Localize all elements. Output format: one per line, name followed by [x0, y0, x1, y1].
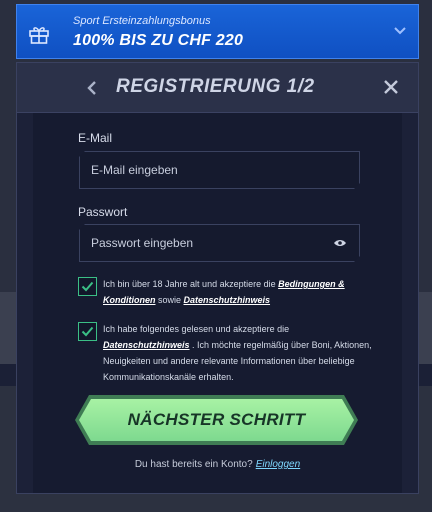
consent1-text-a: Ich bin über 18 Jahre alt und akzeptiere… — [103, 279, 279, 289]
next-step-label: NÄCHSTER SCHRITT — [127, 410, 306, 429]
close-icon[interactable] — [382, 78, 400, 96]
registration-modal: REGISTRIERUNG 1/2 E-Mail Passwort Ich bi — [16, 62, 419, 494]
modal-header: REGISTRIERUNG 1/2 — [17, 63, 418, 113]
eye-icon[interactable] — [333, 238, 347, 248]
bonus-banner[interactable]: Sport Ersteinzahlungsbonus 100% BIS ZU C… — [16, 4, 419, 59]
age-terms-checkbox[interactable] — [78, 277, 97, 296]
consent2-text-a: Ich habe folgendes gelesen und akzeptier… — [103, 324, 290, 334]
bonus-headline: 100% BIS ZU CHF 220 — [73, 32, 244, 49]
email-field[interactable] — [80, 152, 359, 188]
checkmark-icon — [81, 281, 94, 292]
consent1-text-b: sowie — [155, 295, 184, 305]
checkmark-icon — [81, 326, 94, 337]
form-edge-right — [402, 113, 418, 493]
next-step-button[interactable]: NÄCHSTER SCHRITT — [79, 399, 354, 441]
password-field-wrapper — [79, 224, 360, 262]
chevron-left-icon[interactable] — [85, 79, 99, 97]
marketing-consent-checkbox[interactable] — [78, 322, 97, 341]
bonus-subtitle: Sport Ersteinzahlungsbonus — [73, 15, 211, 27]
modal-title: REGISTRIERUNG 1/2 — [116, 76, 315, 97]
login-link[interactable]: Einloggen — [256, 459, 300, 470]
registration-form: E-Mail Passwort Ich bin über 18 Jahre al… — [17, 113, 418, 493]
marketing-consent: Ich habe folgendes gelesen und akzeptier… — [103, 321, 373, 385]
login-prompt: Du hast bereits ein Konto? Einloggen — [17, 459, 418, 470]
gift-icon — [29, 27, 49, 44]
privacy-link-2[interactable]: Datenschutzhinweis — [103, 340, 190, 350]
chevron-down-icon[interactable] — [392, 23, 408, 39]
password-field[interactable] — [80, 225, 359, 261]
form-edge-left — [17, 113, 33, 493]
age-terms-consent: Ich bin über 18 Jahre alt und akzeptiere… — [103, 276, 373, 308]
email-field-wrapper — [79, 151, 360, 189]
privacy-link[interactable]: Datenschutzhinweis — [184, 295, 271, 305]
login-prompt-text: Du hast bereits ein Konto? — [134, 459, 253, 470]
password-label: Passwort — [78, 205, 128, 219]
email-label: E-Mail — [78, 131, 113, 145]
